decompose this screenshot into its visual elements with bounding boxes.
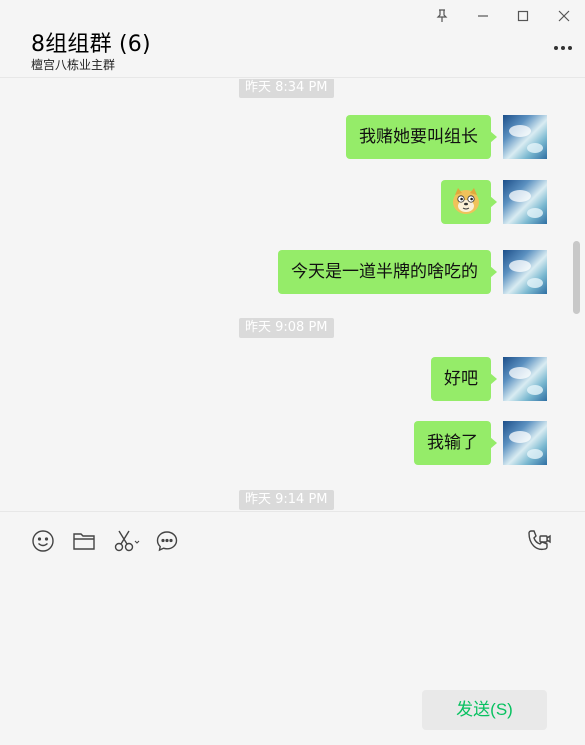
send-button[interactable]: 发送(S) [422, 690, 547, 730]
chat-bubble-icon[interactable] [154, 528, 180, 554]
message-list[interactable]: 昨天 8:34 PM 我赌她要叫组长 今天是一道半牌的啥吃的 昨天 9:08 P… [0, 79, 585, 511]
doge-emoji-icon [453, 187, 479, 214]
avatar[interactable] [503, 115, 547, 159]
avatar[interactable] [503, 357, 547, 401]
message-bubble[interactable]: 我输了 [414, 421, 497, 465]
timestamp: 昨天 8:34 PM [239, 79, 334, 98]
message-bubble[interactable]: 好吧 [431, 357, 497, 401]
pin-icon[interactable] [428, 4, 456, 28]
video-call-icon[interactable] [526, 528, 552, 554]
message-bubble[interactable]: 今天是一道半牌的啥吃的 [278, 250, 497, 294]
message-bubble[interactable]: 我赌她要叫组长 [346, 115, 497, 159]
chat-subtitle: 檀宫八栋业主群 [31, 58, 116, 72]
minimize-icon[interactable] [469, 4, 497, 28]
chat-title[interactable]: 8组组群 (6) [31, 26, 151, 58]
avatar[interactable] [503, 421, 547, 465]
message-row: 我输了 [0, 421, 585, 467]
emoji-bubble[interactable] [441, 180, 497, 224]
message-input-area[interactable]: 发送(S) [0, 511, 585, 745]
smiley-icon[interactable] [30, 528, 56, 554]
message-row: 我赌她要叫组长 [0, 115, 585, 161]
avatar[interactable] [503, 180, 547, 224]
more-options-icon[interactable] [551, 40, 575, 56]
message-row: 好吧 [0, 357, 585, 403]
timestamp: 昨天 9:08 PM [239, 318, 334, 338]
timestamp: 昨天 9:14 PM [239, 490, 334, 510]
scrollbar[interactable] [573, 241, 580, 314]
close-icon[interactable] [550, 4, 578, 28]
chat-header: 8组组群 (6) 檀宫八栋业主群 [0, 0, 585, 78]
message-row [0, 180, 585, 226]
maximize-icon[interactable] [509, 4, 537, 28]
avatar[interactable] [503, 250, 547, 294]
message-row: 今天是一道半牌的啥吃的 [0, 250, 585, 296]
folder-icon[interactable] [71, 528, 97, 554]
scissors-icon[interactable] [112, 528, 142, 554]
